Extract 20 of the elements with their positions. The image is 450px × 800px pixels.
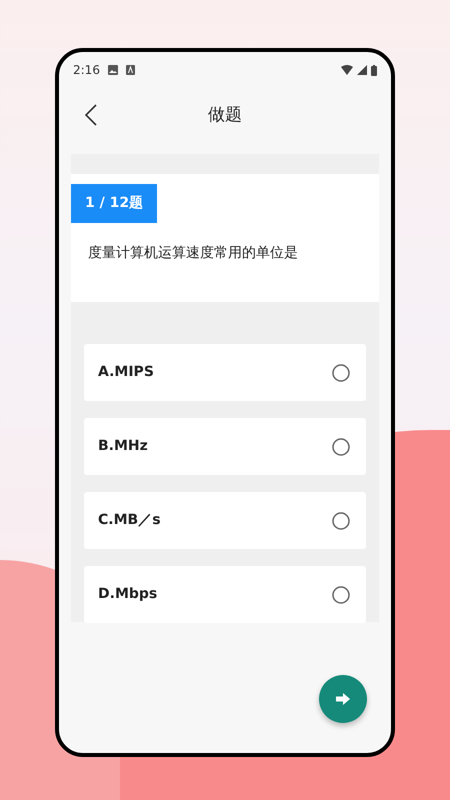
answer-option[interactable]: A.MIPS <box>84 344 366 401</box>
app-icon <box>126 65 135 75</box>
status-time: 2:16 <box>73 62 100 79</box>
radio-button[interactable] <box>332 586 350 604</box>
arrow-icon <box>336 693 350 705</box>
radio-button[interactable] <box>332 438 350 456</box>
battery-icon <box>371 64 377 76</box>
question-text: 度量计算机运算速度常用的单位是 <box>88 244 299 263</box>
question-counter: 1 / 12题 <box>71 184 158 223</box>
wifi-icon <box>341 65 353 75</box>
answer-option[interactable]: B.MHz <box>84 418 366 475</box>
back-icon[interactable] <box>85 104 97 126</box>
image-icon <box>108 65 118 75</box>
answer-option[interactable]: C.MB／s <box>84 492 366 549</box>
radio-button[interactable] <box>332 512 350 530</box>
next-button[interactable] <box>319 675 367 723</box>
signal-icon <box>357 65 367 75</box>
page-title: 做题 <box>208 104 242 128</box>
answer-option[interactable]: D.Mbps <box>84 566 366 623</box>
radio-button[interactable] <box>332 364 350 382</box>
